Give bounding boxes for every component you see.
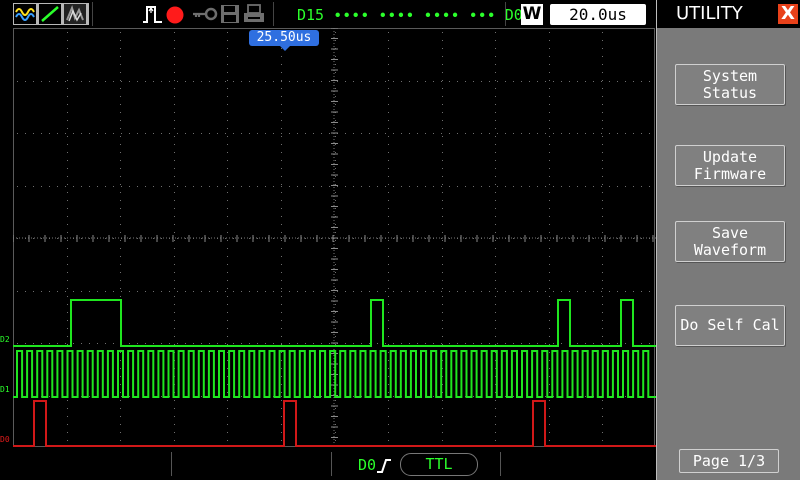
trigger-source: D0: [358, 456, 377, 474]
trace-d1: [13, 350, 656, 398]
divider: [273, 2, 274, 26]
bottom-segment: [0, 452, 172, 476]
save-disk-icon[interactable]: [219, 3, 241, 25]
waveform-plot: [12, 27, 656, 448]
waveform-screen[interactable]: [12, 27, 656, 448]
channel-label-d1: D1: [0, 385, 10, 394]
status-bar: D15 ∙∙∙∙ ∙∙∙∙ ∙∙∙∙ ∙∙∙ D0 W 20.0us: [0, 0, 656, 28]
display-mode-group: [13, 3, 89, 25]
bottom-status-bar: D0 TTL: [0, 448, 656, 480]
trigger-position-arrow: [280, 46, 290, 51]
key-lock-icon[interactable]: [191, 3, 219, 25]
self-cal-button[interactable]: Do Self Cal: [675, 305, 785, 346]
trigger-position-marker[interactable]: 25.50us: [249, 30, 319, 46]
vector-draw-icon[interactable]: [39, 4, 61, 24]
trigger-source-label[interactable]: D0: [358, 457, 392, 474]
channel-label-strip: D2 D1 D0: [0, 28, 13, 448]
system-status-button[interactable]: System Status: [675, 64, 785, 105]
page-indicator-button[interactable]: Page 1/3: [679, 449, 779, 473]
bottom-segment: [172, 452, 332, 476]
rising-edge-icon: [377, 458, 392, 473]
update-firmware-button[interactable]: Update Firmware: [675, 145, 785, 186]
menu-title: UTILITY: [676, 3, 743, 24]
channel-label-d2: D2: [0, 335, 10, 344]
waveform-display-icon[interactable]: [14, 4, 36, 24]
timebase-readout[interactable]: 20.0us: [550, 4, 646, 25]
divider: [505, 2, 506, 26]
channel-label-d0: D0: [0, 435, 10, 444]
trigger-pulse-icon[interactable]: [142, 3, 164, 25]
close-menu-button[interactable]: X: [778, 4, 798, 24]
trigger-level-readout[interactable]: TTL: [400, 453, 478, 476]
utility-menu: UTILITY X System Status Update Firmware …: [656, 0, 800, 480]
divider: [92, 2, 93, 26]
window-badge: W: [521, 4, 543, 25]
run-stop-icon[interactable]: [165, 3, 185, 25]
menu-title-bar: UTILITY X: [657, 0, 800, 28]
channel-range-indicator: D15 ∙∙∙∙ ∙∙∙∙ ∙∙∙∙ ∙∙∙ D0: [297, 6, 523, 24]
persistence-icon[interactable]: [64, 4, 86, 24]
save-waveform-button[interactable]: Save Waveform: [675, 221, 785, 262]
printer-icon[interactable]: [242, 3, 266, 25]
